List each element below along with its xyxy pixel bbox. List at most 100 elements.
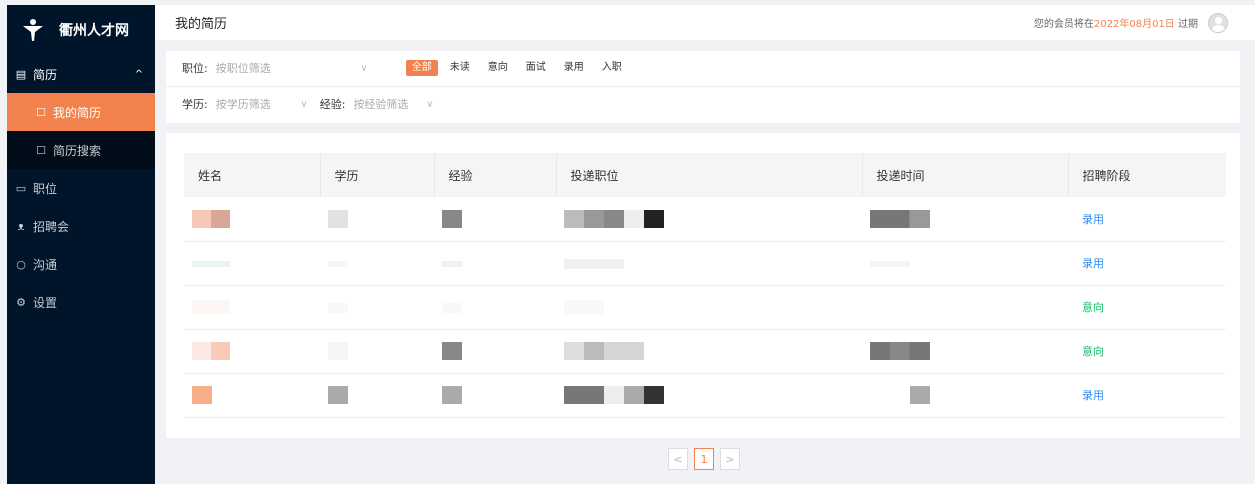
people-icon: ᴥ: [17, 219, 25, 233]
membership-expiry-date: 2022年08月01日: [1093, 19, 1175, 30]
status-chip-onboard[interactable]: 入职: [596, 60, 628, 76]
prev-page-button[interactable]: <: [668, 448, 688, 470]
page-1-button[interactable]: 1: [694, 448, 714, 470]
experience-cell: [434, 373, 556, 417]
redacted-education: [328, 342, 348, 360]
redacted-name: [192, 386, 212, 404]
experience-select[interactable]: 按经验筛选 ∨: [353, 96, 433, 112]
redacted-name: [192, 260, 230, 267]
column-header-stage: 招聘阶段: [1082, 168, 1131, 183]
redacted-position: [564, 386, 664, 404]
redacted-education: [328, 209, 348, 228]
redacted-experience: [442, 260, 462, 267]
submit-time-cell: [862, 285, 1068, 329]
sidebar-item-chat[interactable]: ○ 沟通: [7, 245, 155, 283]
status-chip-interview[interactable]: 面试: [520, 60, 552, 76]
redacted-position: [564, 209, 664, 228]
logo[interactable]: 衢州人才网: [7, 5, 155, 55]
membership-notice: 您的会员将在2022年08月01日 过期: [1034, 15, 1198, 30]
position-cell: [556, 241, 862, 285]
membership-prefix: 您的会员将在: [1033, 19, 1094, 30]
position-cell: [556, 285, 862, 329]
redacted-name: [192, 300, 230, 315]
table-row[interactable]: 录用: [184, 373, 1226, 417]
sidebar-item-label: 招聘会: [33, 219, 70, 234]
redacted-position: [564, 258, 624, 269]
position-cell: [556, 197, 862, 241]
table-row[interactable]: 意向: [184, 329, 1226, 373]
sidebar-item-job-fair[interactable]: ᴥ 招聘会: [7, 207, 155, 245]
header: 我的简历 您的会员将在2022年08月01日 过期: [155, 5, 1255, 40]
redacted-position: [564, 342, 644, 360]
education-cell: [320, 373, 434, 417]
position-filter-row: 职位: 按职位筛选 ∨ 全部 未读 意向 面试 录用 入职: [182, 51, 634, 85]
submit-time-cell: [862, 373, 1068, 417]
sidebar-item-label: 职位: [33, 181, 58, 196]
status-chip-all[interactable]: 全部: [405, 60, 438, 76]
sidebar-item-settings[interactable]: ⚙ 设置: [7, 283, 155, 321]
sidebar-item-label: 设置: [33, 295, 58, 310]
redacted-name: [192, 342, 230, 360]
table-row[interactable]: 意向: [184, 285, 1226, 329]
table-row[interactable]: 录用: [184, 197, 1226, 241]
filter-panel: 职位: 按职位筛选 ∨ 全部 未读 意向 面试 录用 入职 学历: 按学历筛选 …: [166, 51, 1240, 123]
status-chip-unread[interactable]: 未读: [444, 60, 476, 76]
column-header-position: 投递职位: [556, 153, 863, 197]
chevron-up-icon: ^: [134, 68, 143, 80]
pagination: < 1 >: [668, 448, 746, 470]
experience-cell: [434, 197, 556, 241]
next-page-button[interactable]: >: [720, 448, 740, 470]
redacted-experience: [442, 302, 462, 313]
chevron-down-icon: ∨: [360, 62, 368, 74]
name-cell: [184, 373, 320, 417]
name-cell: [184, 197, 320, 241]
table-row[interactable]: 录用: [184, 241, 1226, 285]
education-select[interactable]: 按学历筛选 ∨: [216, 96, 308, 112]
logo-icon: [23, 19, 43, 41]
stage-cell: 录用: [1082, 212, 1104, 226]
app-root: 衢州人才网 ▤ 简历 ^ ☐ 我的简历 ☐ 简历搜索 ▭ 职位 ᴥ 招聘会 ○: [0, 0, 1255, 484]
experience-cell: [434, 285, 556, 329]
avatar[interactable]: [1208, 12, 1228, 33]
column-header-experience: 经验: [434, 153, 557, 197]
position-cell: [556, 373, 862, 417]
sidebar: 衢州人才网 ▤ 简历 ^ ☐ 我的简历 ☐ 简历搜索 ▭ 职位 ᴥ 招聘会 ○: [7, 5, 155, 484]
submit-time-cell: [862, 197, 1068, 241]
redacted-time: [870, 260, 910, 267]
redacted-experience: [442, 342, 462, 360]
education-experience-row: 学历: 按学历筛选 ∨ 经验: 按经验筛选 ∨: [182, 87, 433, 121]
status-chip-intent[interactable]: 意向: [482, 60, 514, 76]
redacted-education: [328, 302, 348, 313]
stage-cell: 录用: [1082, 389, 1104, 402]
monitor-icon: ▭: [15, 181, 27, 195]
redacted-time: [910, 386, 930, 404]
chat-icon: ○: [16, 257, 26, 271]
experience-select-placeholder: 按经验筛选: [353, 98, 409, 111]
sidebar-item-resume[interactable]: ▤ 简历 ^: [7, 55, 155, 93]
column-header-name: 姓名: [184, 153, 321, 197]
education-filter-label: 学历:: [182, 98, 208, 111]
redacted-education: [328, 386, 348, 404]
stage-cell: 意向: [1082, 345, 1104, 358]
position-select[interactable]: 按职位筛选 ∨: [216, 60, 368, 76]
submit-time-cell: [862, 329, 1068, 373]
redacted-experience: [442, 209, 462, 228]
education-cell: [320, 241, 434, 285]
resume-table-card: 姓名 学历 经验 投递职位 投递时间 招聘阶段 录用 录用 意向 意向 录用: [166, 133, 1240, 438]
stage-cell: 录用: [1082, 257, 1104, 270]
education-select-placeholder: 按学历筛选: [215, 98, 271, 111]
status-chip-hired[interactable]: 录用: [558, 60, 590, 76]
sidebar-item-my-resume[interactable]: ☐ 我的简历: [7, 93, 155, 131]
app-name: 衢州人才网: [59, 23, 129, 39]
experience-cell: [434, 241, 556, 285]
position-filter-label: 职位:: [182, 62, 208, 75]
position-cell: [556, 329, 862, 373]
membership-suffix: 过期: [1174, 19, 1198, 30]
resume-table: 姓名 学历 经验 投递职位 投递时间 招聘阶段 录用 录用 意向 意向 录用: [184, 153, 1226, 418]
resume-icon: ☐: [36, 105, 46, 119]
sidebar-item-resume-search[interactable]: ☐ 简历搜索: [7, 131, 155, 169]
education-cell: [320, 197, 434, 241]
sidebar-item-jobs[interactable]: ▭ 职位: [7, 169, 155, 207]
name-cell: [184, 285, 320, 329]
gear-icon: ⚙: [16, 295, 26, 309]
